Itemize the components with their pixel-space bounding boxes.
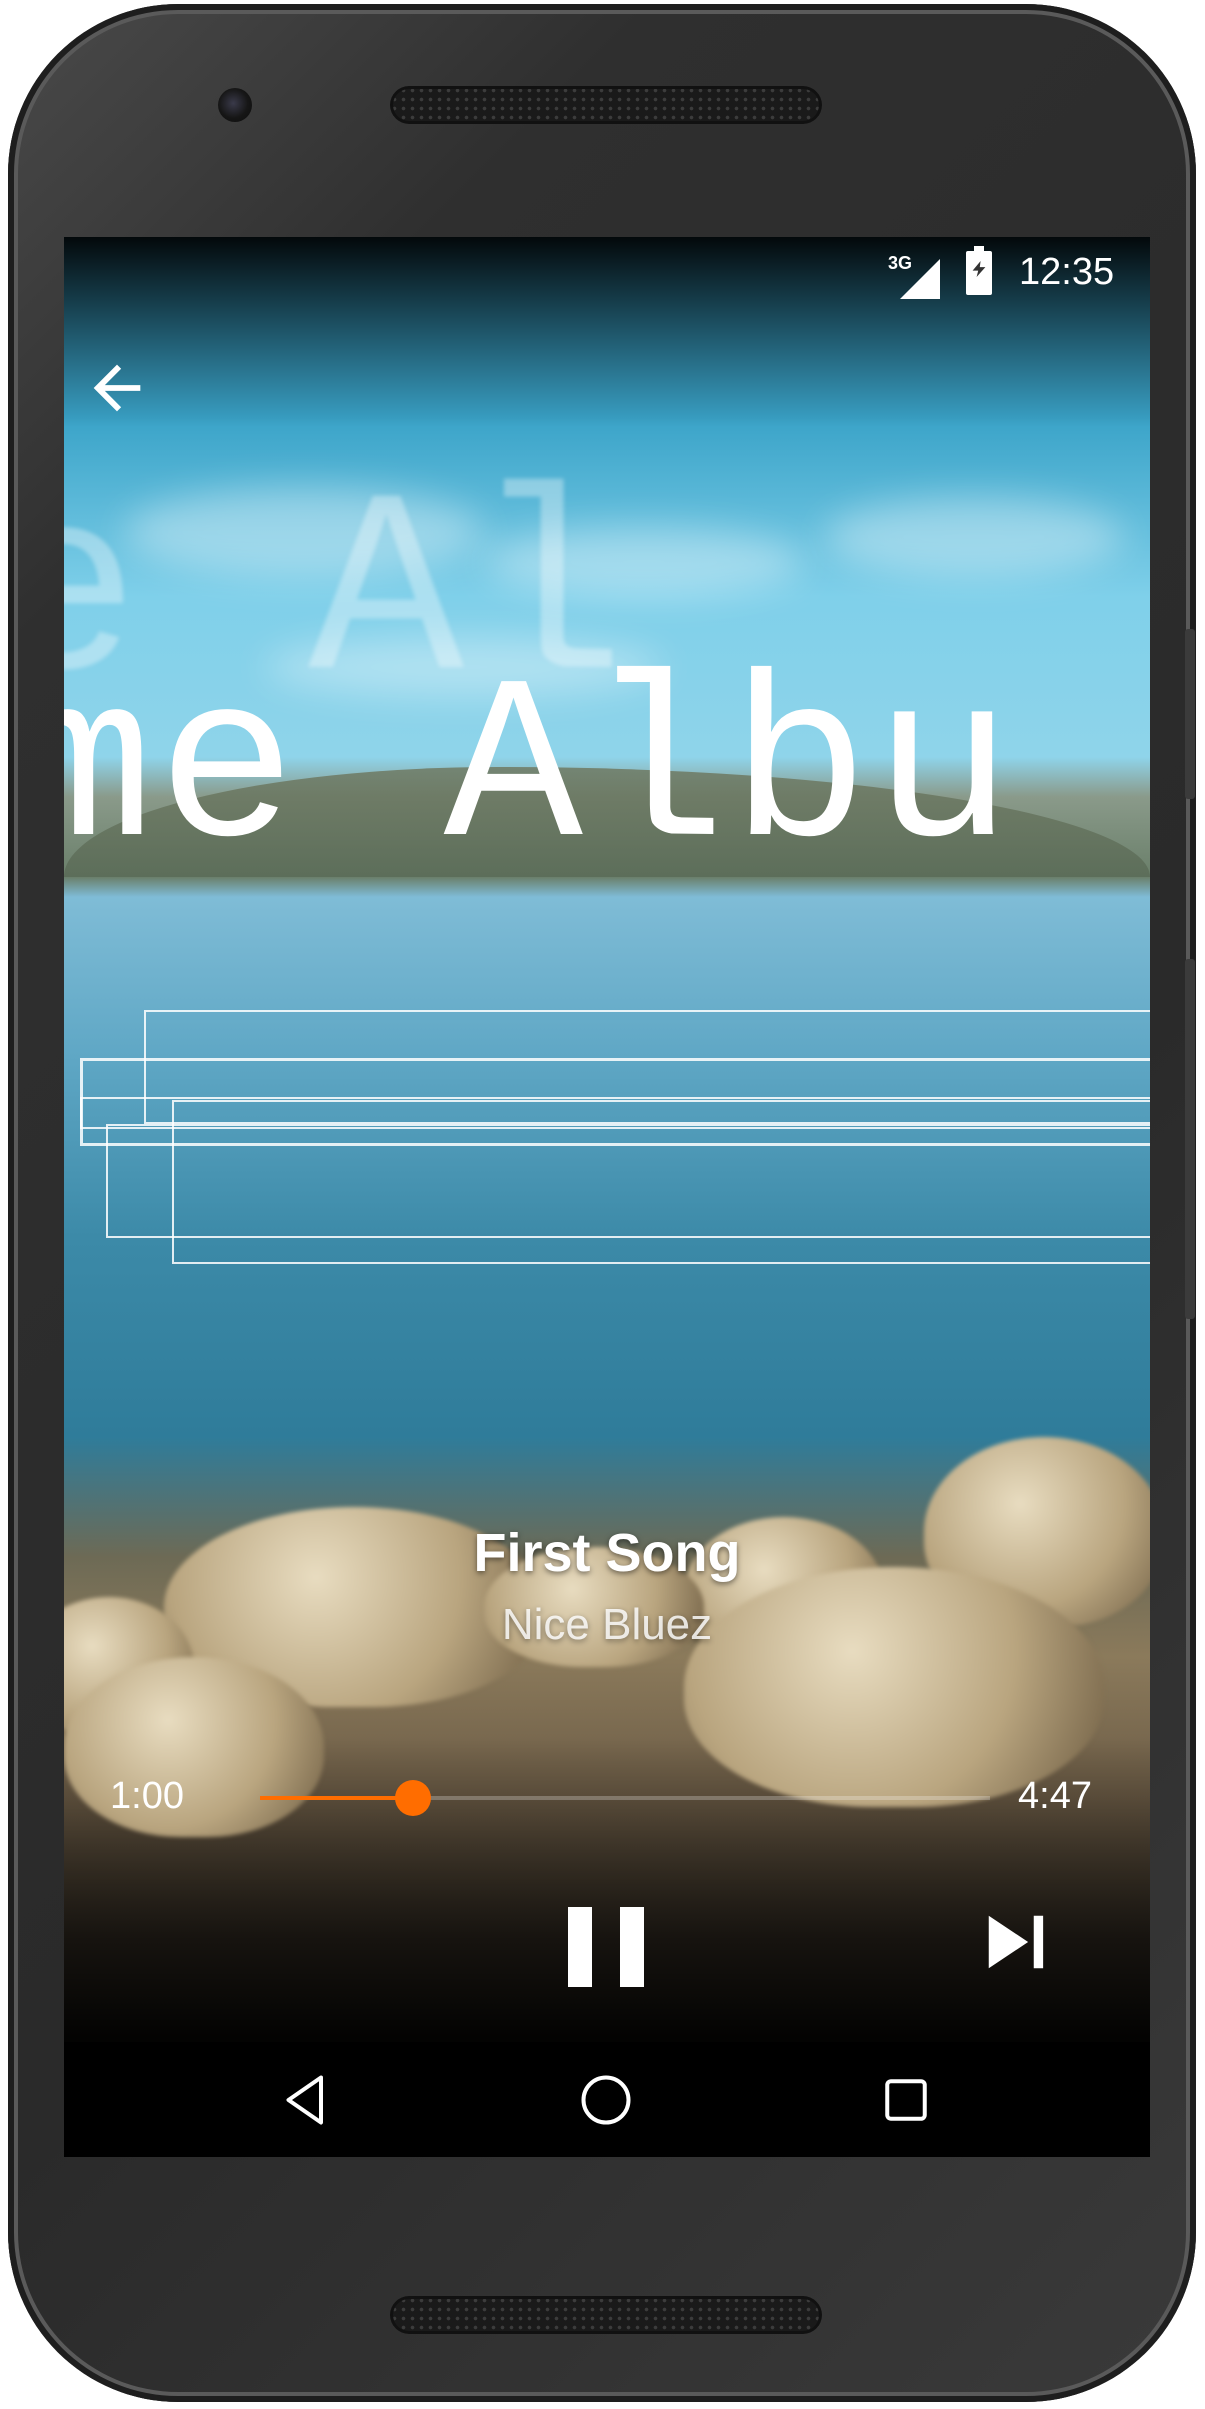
battery-charging-icon (966, 246, 992, 295)
seek-bar-progress (260, 1796, 413, 1800)
front-camera (218, 88, 252, 122)
album-art: e Al me Albu (64, 237, 1150, 2157)
seek-bar-thumb[interactable] (394, 1780, 431, 1816)
nav-back-button[interactable] (276, 2070, 336, 2130)
total-duration: 4:47 (1018, 1775, 1092, 1817)
nav-recents-button[interactable] (876, 2070, 936, 2130)
album-art-frame-line (80, 1097, 1150, 1129)
navigation-bar (64, 2042, 1150, 2157)
album-art-title-text: me Albu (64, 641, 1017, 904)
phone-frame: e Al me Albu 3G 12:35 First Song Nice Bl… (8, 4, 1196, 2402)
skip-next-button[interactable] (970, 1897, 1060, 1987)
nav-back-icon (286, 2075, 323, 2125)
volume-rocker (1185, 959, 1195, 1319)
artist-name: Nice Bluez (501, 1600, 713, 1649)
elapsed-time: 1:00 (110, 1775, 184, 1817)
arrow-back-icon (93, 364, 141, 412)
screen: e Al me Albu 3G 12:35 First Song Nice Bl… (64, 237, 1150, 2157)
nav-home-button[interactable] (576, 2070, 636, 2130)
skip-next-icon (988, 1915, 1044, 1969)
seek-bar[interactable] (260, 1780, 990, 1816)
power-button (1185, 629, 1195, 799)
back-button[interactable] (82, 353, 152, 423)
nav-home-icon (581, 2075, 631, 2125)
signal-icon (900, 259, 940, 299)
top-speaker-grille (390, 86, 822, 124)
status-time: 12:35 (1019, 251, 1115, 293)
bottom-speaker-grille (390, 2296, 822, 2334)
pause-button[interactable] (560, 1893, 660, 1993)
status-bar: 3G 12:35 (64, 237, 1150, 317)
nav-recents-icon (885, 2079, 927, 2121)
song-title: First Song (473, 1523, 741, 1583)
